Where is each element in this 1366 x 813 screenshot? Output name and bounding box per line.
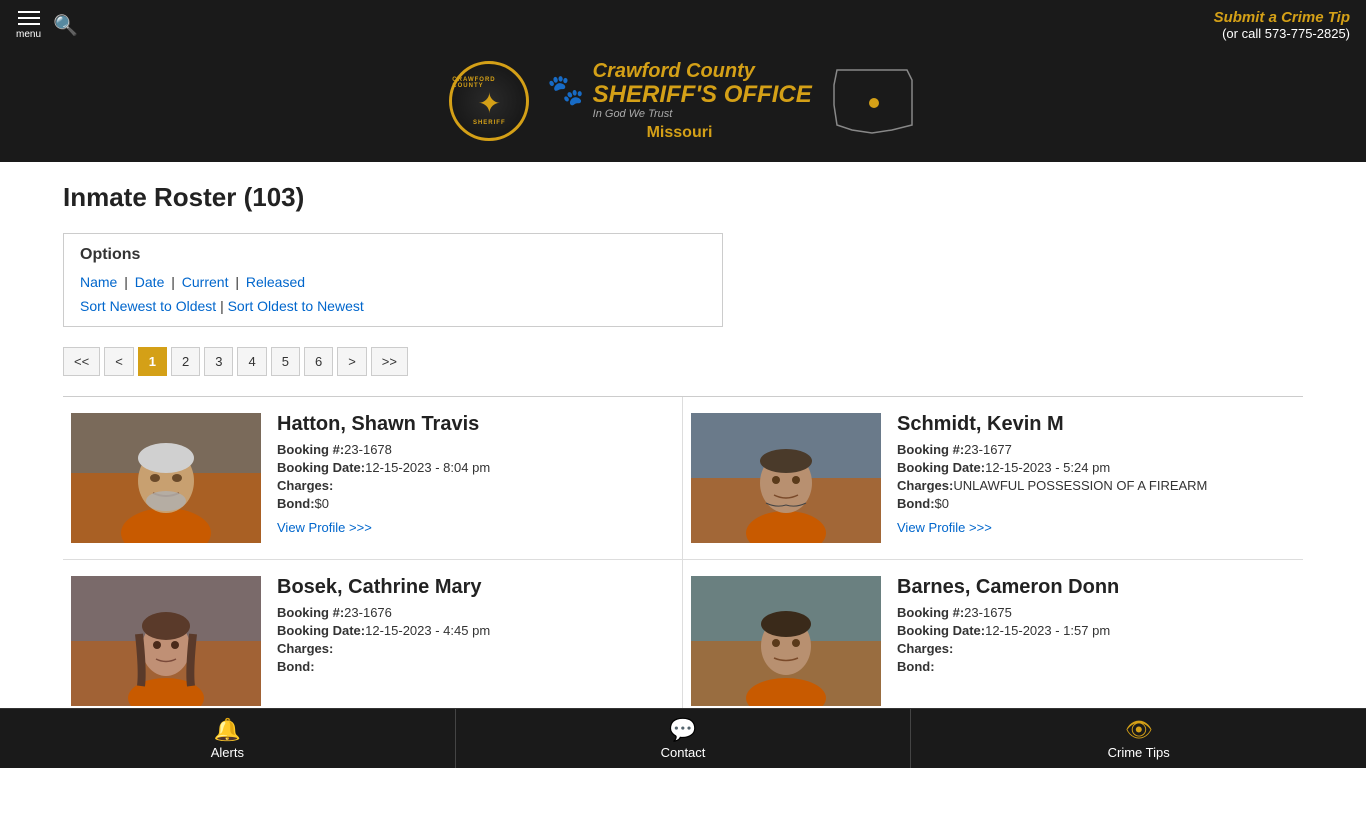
page-3[interactable]: 3: [204, 347, 233, 376]
alerts-icon: 🔔: [214, 717, 241, 743]
inmate-info-bosek: Bosek, Cathrine Mary Booking #:23-1676 B…: [277, 576, 674, 706]
inmate-booking-num-schmidt: Booking #:23-1677: [897, 442, 1295, 457]
inmate-photo-bosek: [71, 576, 261, 706]
inmate-info-schmidt: Schmidt, Kevin M Booking #:23-1677 Booki…: [897, 413, 1295, 543]
crime-tip-area: Submit a Crime Tip (or call 573-775-2825…: [1214, 9, 1350, 41]
filter-name[interactable]: Name: [80, 274, 117, 290]
inmate-bond-schmidt: Bond:$0: [897, 496, 1295, 511]
inmate-booking-num-hatton: Booking #:23-1678: [277, 442, 674, 457]
inmate-card-hatton: Hatton, Shawn Travis Booking #:23-1678 B…: [63, 397, 683, 560]
inmate-grid: Hatton, Shawn Travis Booking #:23-1678 B…: [63, 397, 1303, 723]
inmate-photo-barnes: [691, 576, 881, 706]
page-prev[interactable]: <: [104, 347, 134, 376]
search-icon[interactable]: 🔍: [53, 13, 78, 38]
filter-current[interactable]: Current: [182, 274, 229, 290]
inmate-bond-bosek: Bond:: [277, 659, 674, 674]
nav-alerts[interactable]: 🔔 Alerts: [0, 709, 456, 768]
filter-links: Name | Date | Current | Released: [80, 274, 706, 290]
badge-star-icon: ✦: [478, 89, 501, 120]
office-tagline: In God We Trust: [593, 108, 812, 120]
inmate-card-bosek: Bosek, Cathrine Mary Booking #:23-1676 B…: [63, 560, 683, 723]
inmate-charges-bosek: Charges:: [277, 641, 674, 656]
inmate-booking-date-schmidt: Booking Date:12-15-2023 - 5:24 pm: [897, 460, 1295, 475]
sort-newest[interactable]: Sort Newest to Oldest: [80, 298, 216, 314]
page-1[interactable]: 1: [138, 347, 167, 376]
nav-crime-tips[interactable]: 👁 Crime Tips: [911, 709, 1366, 768]
sort-oldest[interactable]: Sort Oldest to Newest: [228, 298, 364, 314]
menu-button[interactable]: menu: [16, 11, 41, 40]
inmate-bond-hatton: Bond:$0: [277, 496, 674, 511]
header-left: menu 🔍: [16, 11, 78, 40]
inmate-bond-barnes: Bond:: [897, 659, 1295, 674]
page-first[interactable]: <<: [63, 347, 100, 376]
logo-text: 🐾 Crawford County SHERIFF'S OFFICE In Go…: [547, 60, 811, 142]
inmate-booking-date-hatton: Booking Date:12-15-2023 - 8:04 pm: [277, 460, 674, 475]
sheriff-badge: CRAWFORD COUNTY ✦ SHERIFF: [449, 61, 529, 141]
inmate-photo-hatton: [71, 413, 261, 543]
main-content: Inmate Roster (103) Options Name | Date …: [33, 162, 1333, 743]
page-6[interactable]: 6: [304, 347, 333, 376]
sort-links: Sort Newest to Oldest | Sort Oldest to N…: [80, 298, 706, 314]
crime-tip-link[interactable]: Submit a Crime Tip: [1214, 9, 1350, 26]
inmate-booking-date-barnes: Booking Date:12-15-2023 - 1:57 pm: [897, 623, 1295, 638]
page-last[interactable]: >>: [371, 347, 408, 376]
crime-tip-phone: (or call 573-775-2825): [1214, 26, 1350, 41]
inmate-name-barnes: Barnes, Cameron Donn: [897, 576, 1295, 599]
alerts-label: Alerts: [211, 745, 244, 760]
options-title: Options: [80, 246, 706, 264]
inmate-name-hatton: Hatton, Shawn Travis: [277, 413, 674, 436]
page-title: Inmate Roster (103): [63, 182, 1303, 213]
contact-icon: 💬: [669, 717, 696, 743]
pagination: << < 1 2 3 4 5 6 > >>: [63, 347, 1303, 376]
page-5[interactable]: 5: [271, 347, 300, 376]
inmate-name-schmidt: Schmidt, Kevin M: [897, 413, 1295, 436]
crime-tips-icon: 👁: [1125, 717, 1153, 743]
page-next[interactable]: >: [337, 347, 367, 376]
options-box: Options Name | Date | Current | Released…: [63, 233, 723, 327]
view-profile-schmidt[interactable]: View Profile >>>: [897, 520, 992, 535]
inmate-booking-date-bosek: Booking Date:12-15-2023 - 4:45 pm: [277, 623, 674, 638]
office-name: SHERIFF'S OFFICE: [593, 82, 812, 108]
county-name: Crawford County: [593, 60, 812, 82]
inmate-charges-hatton: Charges:: [277, 478, 674, 493]
inmate-photo-schmidt: [691, 413, 881, 543]
filter-date[interactable]: Date: [135, 274, 165, 290]
page-2[interactable]: 2: [171, 347, 200, 376]
mo-map: [832, 65, 917, 138]
inmate-info-barnes: Barnes, Cameron Donn Booking #:23-1675 B…: [897, 576, 1295, 706]
top-header: menu 🔍 Submit a Crime Tip (or call 573-7…: [0, 0, 1366, 50]
state-name: Missouri: [547, 124, 811, 142]
menu-label: menu: [16, 29, 41, 40]
page-4[interactable]: 4: [237, 347, 266, 376]
nav-contact[interactable]: 💬 Contact: [456, 709, 912, 768]
inmate-card-schmidt: Schmidt, Kevin M Booking #:23-1677 Booki…: [683, 397, 1303, 560]
sheriff-animal-icon: 🐾: [547, 73, 584, 108]
bottom-nav: 🔔 Alerts 💬 Contact 👁 Crime Tips: [0, 708, 1366, 768]
contact-label: Contact: [661, 745, 706, 760]
inmate-booking-num-bosek: Booking #:23-1676: [277, 605, 674, 620]
logo-banner: CRAWFORD COUNTY ✦ SHERIFF 🐾 Crawford Cou…: [0, 50, 1366, 162]
inmate-booking-num-barnes: Booking #:23-1675: [897, 605, 1295, 620]
view-profile-hatton[interactable]: View Profile >>>: [277, 520, 372, 535]
badge-top-text: CRAWFORD COUNTY: [452, 77, 526, 89]
crime-tips-label: Crime Tips: [1108, 745, 1170, 760]
filter-released[interactable]: Released: [246, 274, 305, 290]
inmate-name-bosek: Bosek, Cathrine Mary: [277, 576, 674, 599]
inmate-info-hatton: Hatton, Shawn Travis Booking #:23-1678 B…: [277, 413, 674, 543]
inmate-charges-barnes: Charges:: [897, 641, 1295, 656]
inmate-card-barnes: Barnes, Cameron Donn Booking #:23-1675 B…: [683, 560, 1303, 723]
badge-bottom-text: SHERIFF: [473, 120, 506, 126]
inmate-charges-schmidt: Charges:UNLAWFUL POSSESSION OF A FIREARM: [897, 478, 1295, 493]
